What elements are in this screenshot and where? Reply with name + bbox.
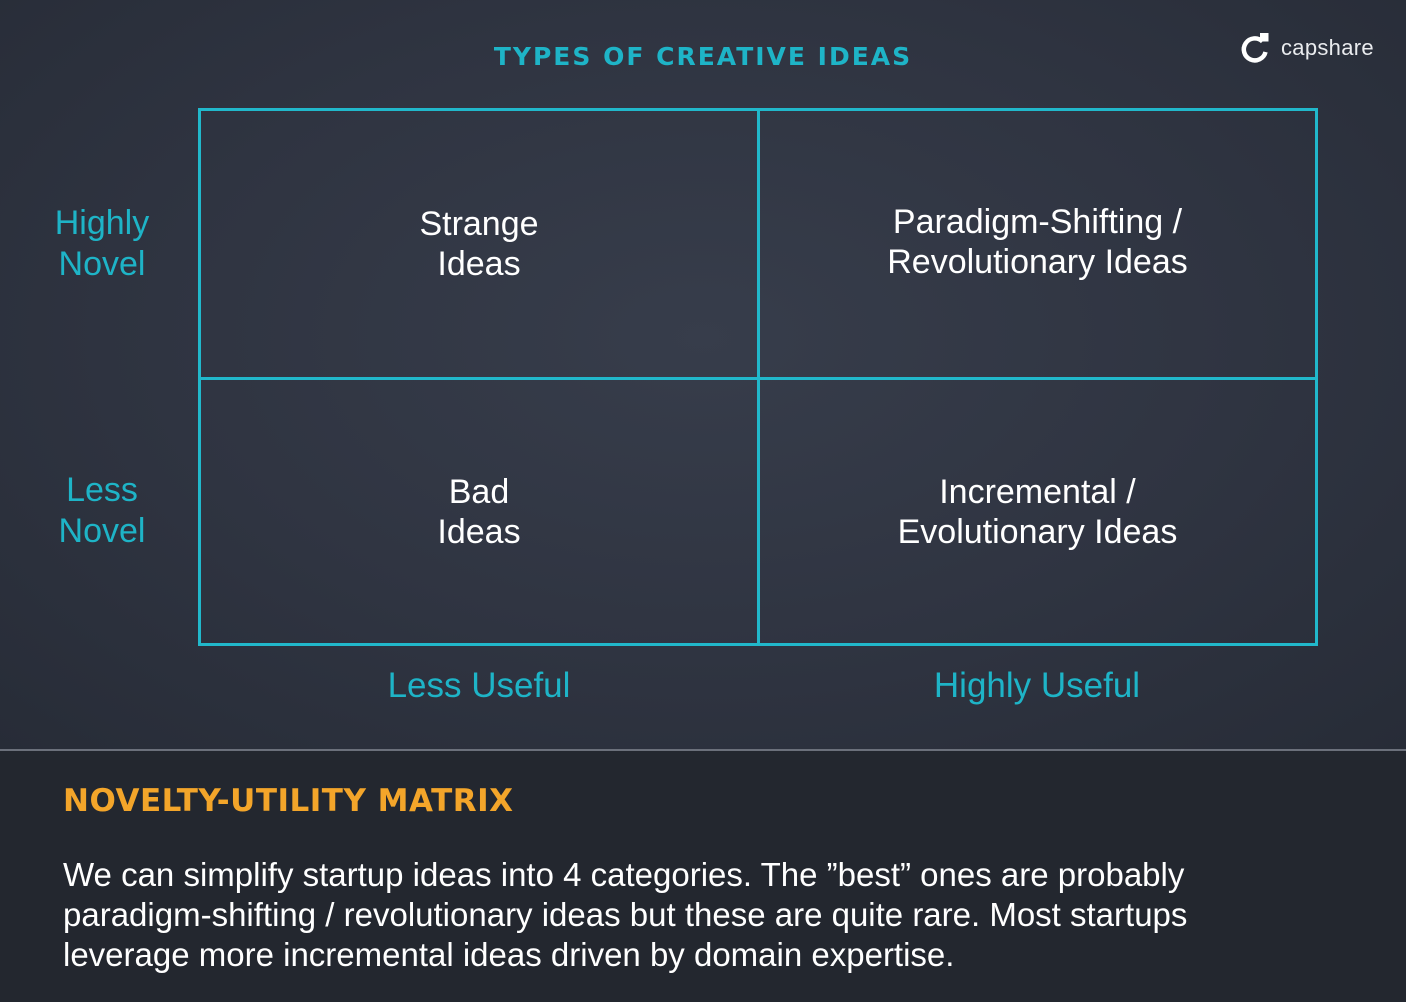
caption-line: paradigm-shifting / revolutionary ideas … — [63, 896, 1188, 933]
caption-line: leverage more incremental ideas driven b… — [63, 936, 955, 973]
cell-evolutionary-ideas: Incremental / Evolutionary Ideas — [897, 472, 1178, 551]
novelty-utility-matrix: Strange Ideas Paradigm-Shifting / Revolu… — [198, 108, 1318, 646]
matrix-horizontal-divider — [201, 377, 1315, 380]
x-label-highly-useful: Highly Useful — [933, 666, 1141, 705]
x-label-less-useful: Less Useful — [387, 666, 571, 705]
slide-title: TYPES OF CREATIVE IDEAS — [493, 42, 913, 71]
caption-line: We can simplify startup ideas into 4 cat… — [63, 856, 1185, 893]
section-title: NOVELTY-UTILITY MATRIX — [63, 783, 514, 819]
caption-text: We can simplify startup ideas into 4 cat… — [63, 855, 1363, 975]
y-label-less-novel: Less Novel — [58, 471, 146, 550]
cell-bad-ideas: Bad Ideas — [437, 472, 521, 551]
cell-strange-ideas: Strange Ideas — [419, 205, 539, 283]
capshare-logo: capshare — [1240, 30, 1374, 66]
cell-revolutionary-ideas: Paradigm-Shifting / Revolutionary Ideas — [887, 203, 1188, 281]
logo-text: capshare — [1281, 35, 1374, 60]
capshare-logo-icon — [1241, 33, 1269, 63]
y-label-highly-novel: Highly Novel — [54, 204, 150, 283]
